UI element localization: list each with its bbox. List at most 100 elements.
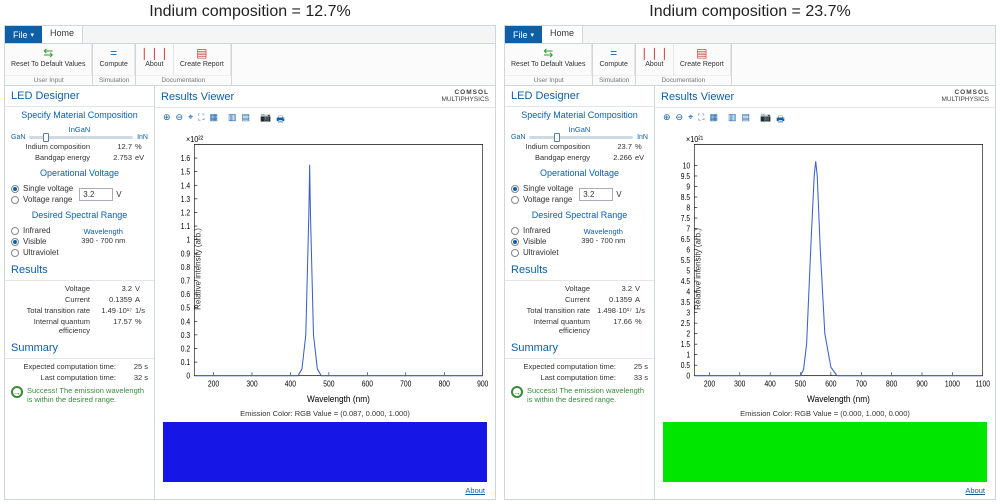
zoom-out-icon[interactable]: ⊖ [176, 112, 184, 128]
ultraviolet-radio[interactable]: Ultraviolet [511, 247, 559, 258]
app-panel-2: Indium composition = 23.7%File▾Home⇆Rese… [500, 0, 1000, 504]
voltage-input[interactable]: 3.2 [79, 188, 113, 201]
create-report-button[interactable]: ▤Create Report [674, 44, 731, 75]
compute-icon: = [606, 46, 622, 60]
svg-text:4: 4 [686, 287, 690, 297]
slider-thumb[interactable] [554, 133, 560, 142]
chart-plot: 00.10.20.30.40.50.60.70.80.911.11.21.31.… [159, 130, 491, 407]
ribbon-tabs: File▾Home [505, 26, 995, 44]
svg-text:×10²¹: ×10²¹ [686, 135, 703, 145]
about-link[interactable]: About [159, 484, 491, 497]
create-report-button[interactable]: ▤Create Report [174, 44, 231, 75]
ultraviolet-radio-label: Ultraviolet [23, 248, 59, 257]
file-menu-button[interactable]: File▾ [5, 26, 42, 43]
svg-text:1.5: 1.5 [181, 167, 190, 177]
svg-text:700: 700 [856, 379, 867, 389]
ultraviolet-radio[interactable]: Ultraviolet [11, 247, 59, 258]
svg-text:800: 800 [886, 379, 897, 389]
reset-button[interactable]: ⇆Reset To Default Values [505, 44, 592, 75]
wavelength-label: Wavelength [559, 227, 648, 236]
result-voltage-unit: V [132, 284, 148, 293]
svg-text:0.5: 0.5 [681, 361, 690, 371]
svg-text:Wavelength (nm): Wavelength (nm) [807, 394, 870, 405]
expected-time-value: 25 s [620, 362, 648, 371]
svg-text:200: 200 [704, 379, 715, 389]
snapshot-icon[interactable]: 📷 [260, 112, 271, 128]
tab-home[interactable]: Home [42, 26, 83, 43]
copy-image-icon[interactable]: ▤ [242, 112, 251, 128]
result-current-label: Current [511, 295, 594, 304]
voltage-range-radio[interactable]: Voltage range [511, 194, 573, 205]
single-voltage-radio[interactable]: Single voltage [11, 183, 73, 194]
voltage-input[interactable]: 3.2 [579, 188, 613, 201]
file-label: File [13, 30, 28, 40]
copy-image-icon[interactable]: ▤ [742, 112, 751, 128]
copy-data-icon[interactable]: ▥ [228, 112, 237, 128]
app-panel-1: Indium composition = 12.7%File▾Home⇆Rese… [0, 0, 500, 504]
slider-thumb[interactable] [43, 133, 49, 142]
zoom-box-icon[interactable]: ⌖ [188, 112, 193, 128]
success-text: Success! The emission wavelength is with… [27, 386, 148, 404]
inn-label: InN [637, 134, 648, 141]
zoom-out-icon[interactable]: ⊖ [676, 112, 684, 128]
radio-icon [511, 196, 519, 204]
visible-radio[interactable]: Visible [11, 236, 59, 247]
about-button[interactable]: ❘❘❘About [636, 44, 674, 75]
file-menu-button[interactable]: File▾ [505, 26, 542, 43]
zoom-in-icon[interactable]: ⊕ [663, 112, 671, 128]
reset-button-label: Reset To Default Values [511, 61, 585, 68]
svg-text:300: 300 [734, 379, 745, 389]
ribbon-group-label: Simulation [93, 75, 134, 85]
voltage-range-radio[interactable]: Voltage range [11, 194, 73, 205]
infrared-radio[interactable]: Infrared [11, 225, 59, 236]
zoom-extents-icon[interactable]: ⛶ [198, 112, 204, 128]
zoom-box-icon[interactable]: ⌖ [688, 112, 693, 128]
print-icon[interactable]: 🖶 [276, 112, 285, 128]
grid-toggle-icon[interactable]: ▦ [209, 112, 218, 128]
ribbon-group-label: Documentation [636, 75, 731, 85]
about-icon: ❘❘❘ [146, 46, 162, 60]
last-time: Last computation time:33 s [511, 372, 648, 383]
svg-text:8.5: 8.5 [681, 193, 690, 203]
tab-home[interactable]: Home [542, 26, 583, 43]
result-transition-rate-label: Total transition rate [511, 306, 594, 315]
emission-color-swatch [163, 422, 487, 482]
chart-ylabel: Relative intensity (arb.) [193, 228, 202, 310]
reset-button[interactable]: ⇆Reset To Default Values [5, 44, 92, 75]
compute-button-label: Compute [599, 61, 627, 68]
ribbon-group: ⇆Reset To Default ValuesUser Input [5, 44, 93, 85]
svg-text:500: 500 [323, 379, 334, 389]
create-report-button-label: Create Report [180, 61, 224, 68]
operational-voltage-body: Single voltageVoltage range 3.2V [505, 181, 654, 207]
single-voltage-radio[interactable]: Single voltage [511, 183, 573, 194]
compute-button[interactable]: =Compute [93, 44, 134, 75]
result-transition-rate: Total transition rate1.49·10¹⁷1/s [11, 305, 148, 316]
composition-slider[interactable] [29, 136, 133, 139]
voltage-unit: V [616, 190, 621, 199]
brand-logo: COMSOLMULTIPHYSICS [941, 90, 989, 103]
visible-radio[interactable]: Visible [511, 236, 559, 247]
composition-slider[interactable] [529, 136, 633, 139]
zoom-extents-icon[interactable]: ⛶ [698, 112, 704, 128]
copy-data-icon[interactable]: ▥ [728, 112, 737, 128]
about-icon: ❘❘❘ [646, 46, 662, 60]
snapshot-icon[interactable]: 📷 [760, 112, 771, 128]
svg-text:5: 5 [686, 266, 690, 276]
results-body: Voltage3.2VCurrent0.1359ATotal transitio… [505, 281, 654, 338]
ribbon-group: ⇆Reset To Default ValuesUser Input [505, 44, 593, 85]
chart-area: ⊕⊖⌖⛶▦ ▥▤ 📷🖶00.511.522.533.544.555.566.57… [655, 108, 995, 499]
grid-toggle-icon[interactable]: ▦ [709, 112, 718, 128]
about-link[interactable]: About [659, 484, 991, 497]
svg-text:0.7: 0.7 [181, 276, 190, 286]
about-button[interactable]: ❘❘❘About [136, 44, 174, 75]
expected-time-value: 25 s [120, 362, 148, 371]
infrared-radio[interactable]: Infrared [511, 225, 559, 236]
zoom-in-icon[interactable]: ⊕ [163, 112, 171, 128]
chart-area: ⊕ ⊖⌖ ⛶ ▦ ▥ ▤ 📷 🖶 00.10.20.30.40.50.60.70.80.91… [155, 108, 495, 499]
voltage-unit: V [116, 190, 121, 199]
result-iqe: Internal quantum efficiency17.57% [11, 316, 148, 336]
radio-icon [11, 249, 19, 257]
results-viewer-title: Results Viewer [661, 91, 734, 103]
compute-button[interactable]: =Compute [593, 44, 634, 75]
print-icon[interactable]: 🖶 [776, 112, 785, 128]
